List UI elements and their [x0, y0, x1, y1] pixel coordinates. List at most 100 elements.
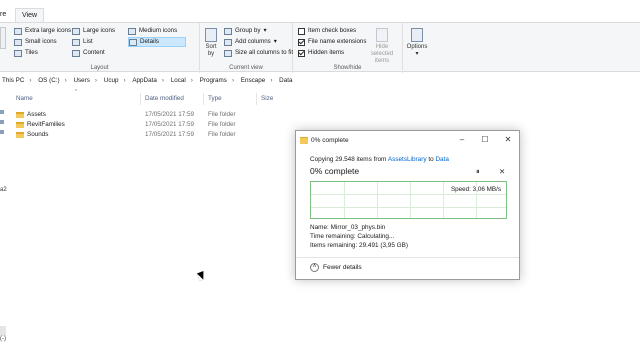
add-columns-icon — [224, 38, 232, 46]
nav-item-label[interactable]: a2 — [0, 187, 7, 193]
crumb-ucup[interactable]: Ucup — [104, 74, 119, 88]
cancel-copy-button[interactable]: ✕ — [499, 167, 505, 176]
column-header-date[interactable]: Date modified — [145, 95, 184, 105]
time-remaining: Time remaining: Calculating... — [310, 233, 395, 240]
group-by-icon — [224, 27, 232, 35]
dialog-title: 0% complete — [311, 137, 349, 144]
tab-view[interactable]: View — [15, 8, 45, 22]
crumb-this-pc[interactable]: This PC — [2, 74, 24, 88]
column-divider[interactable] — [203, 93, 204, 105]
column-header-name[interactable]: Name — [16, 95, 33, 105]
pause-button[interactable]: ⏸ — [476, 167, 480, 177]
ribbon-group-current-view: Sort by Group by ▾ Add columns ▾ Size all … — [200, 23, 293, 73]
crumb-enscape[interactable]: Enscape — [241, 74, 266, 88]
chevron-down-icon: ▾ — [415, 51, 419, 57]
crumb-programs[interactable]: Programs — [200, 74, 227, 88]
layout-details[interactable]: Details — [128, 37, 186, 47]
column-divider[interactable] — [256, 93, 257, 105]
navigation-pane[interactable] — [0, 90, 9, 360]
copy-folder-icon — [300, 137, 308, 144]
options-icon — [411, 28, 423, 42]
transfer-speed-graph: Speed: 3,06 MB/s — [310, 181, 507, 219]
navigation-pane-icon[interactable] — [0, 27, 6, 49]
fewer-details-button[interactable]: ˄ Fewer details — [310, 263, 362, 272]
column-header-size[interactable]: Size — [261, 95, 273, 105]
hidden-items-toggle[interactable]: Hidden items — [298, 48, 344, 58]
graph-gridline — [344, 182, 345, 218]
layout-list[interactable]: List — [72, 37, 93, 47]
checkbox-unchecked[interactable] — [298, 27, 305, 35]
current-view-group-label: Current view — [229, 65, 263, 71]
crumb-users[interactable]: Users — [73, 74, 89, 88]
layout-extra-large-icons[interactable]: Extra large icons — [14, 26, 71, 36]
copy-summary: Copying 29.548 items from AssetsLibrary … — [310, 156, 449, 163]
close-button[interactable]: ✕ — [502, 134, 514, 146]
file-name-extensions-toggle[interactable]: File name extensions — [298, 37, 366, 47]
crumb-local[interactable]: Local — [171, 74, 186, 88]
chevron-right-icon: › — [270, 77, 273, 84]
items-remaining: Items remaining: 29.491 (3,95 GB) — [310, 242, 409, 249]
nav-item-label[interactable]: (-) — [0, 336, 6, 342]
maximize-button[interactable]: ☐ — [479, 134, 491, 146]
current-file-name: Name: Mirror_03_phys.bin — [310, 224, 386, 231]
checkbox-checked[interactable] — [298, 38, 305, 46]
content-icon — [72, 49, 80, 57]
sort-by-button[interactable]: Sort by — [204, 28, 218, 58]
crumb-data[interactable]: Data — [279, 74, 292, 88]
dialog-divider — [296, 257, 519, 258]
large-icons-icon — [72, 27, 80, 35]
layout-medium-icons[interactable]: Medium icons — [128, 26, 177, 36]
small-icons-icon — [14, 38, 22, 46]
list-icon — [72, 38, 80, 46]
crumb-os-c[interactable]: OS (C:) — [38, 74, 59, 88]
sort-icon — [205, 28, 217, 42]
crumb-appdata[interactable]: AppData — [132, 74, 157, 88]
list-item[interactable]: RevitFamilies 17/05/2021 17:59 File fold… — [16, 120, 286, 130]
hide-selected-items-button[interactable]: Hide selected items — [365, 28, 399, 65]
column-header-type[interactable]: Type — [208, 95, 222, 105]
ribbon-group-show-hide: Item check boxes File name extensions Hi… — [293, 23, 403, 73]
folder-icon — [16, 132, 24, 138]
column-divider[interactable] — [140, 93, 141, 105]
ribbon-tab-bar: re View — [0, 0, 640, 22]
layout-large-icons[interactable]: Large icons — [72, 26, 115, 36]
size-columns-icon — [224, 49, 232, 57]
graph-gridline — [377, 182, 378, 218]
layout-group-label: Layout — [90, 65, 109, 71]
size-all-columns-button[interactable]: Size all columns to fit — [224, 48, 293, 58]
breadcrumb[interactable]: This PC › OS (C:) › Users › Ucup › AppData › … — [0, 74, 640, 88]
chevron-down-icon: ▾ — [263, 27, 267, 34]
chevron-up-icon: ˄ — [310, 263, 319, 272]
checkbox-checked[interactable] — [298, 49, 305, 57]
graph-gridline — [410, 182, 411, 218]
chevron-right-icon: › — [64, 77, 67, 84]
show-hide-group-label: Show/hide — [333, 65, 362, 71]
nav-scrollbar[interactable] — [0, 326, 6, 336]
chevron-right-icon: › — [94, 77, 98, 84]
hide-selected-icon — [376, 28, 388, 42]
nav-pin-icon — [0, 120, 4, 124]
layout-small-icons[interactable]: Small icons — [14, 37, 57, 47]
ribbon: Extra large icons Large icons Medium ico… — [0, 22, 640, 73]
list-item[interactable]: Assets 17/05/2021 17:59 File folder — [16, 110, 286, 120]
chevron-right-icon: › — [231, 77, 235, 84]
layout-tiles[interactable]: Tiles — [14, 48, 38, 58]
sort-up-icon: ^ — [75, 89, 78, 95]
list-item[interactable]: Sounds 17/05/2021 17:59 File folder — [16, 130, 286, 140]
group-by-button[interactable]: Group by ▾ — [224, 26, 267, 36]
chevron-right-icon: › — [190, 77, 193, 84]
item-check-boxes-toggle[interactable]: Item check boxes — [298, 26, 356, 36]
tab-share[interactable]: re — [0, 8, 12, 22]
details-icon — [129, 38, 137, 46]
add-columns-button[interactable]: Add columns ▾ — [224, 37, 277, 47]
medium-icons-icon — [128, 27, 136, 35]
destination-link[interactable]: Data — [435, 156, 449, 163]
source-link[interactable]: AssetsLibrary — [388, 156, 427, 163]
mouse-cursor-icon — [196, 271, 207, 281]
graph-gridline — [443, 182, 444, 218]
options-button[interactable]: Options ▾ — [405, 28, 429, 57]
nav-pin-icon — [0, 130, 4, 134]
layout-content[interactable]: Content — [72, 48, 105, 58]
chevron-right-icon: › — [161, 77, 164, 84]
minimize-button[interactable]: – — [456, 134, 468, 146]
